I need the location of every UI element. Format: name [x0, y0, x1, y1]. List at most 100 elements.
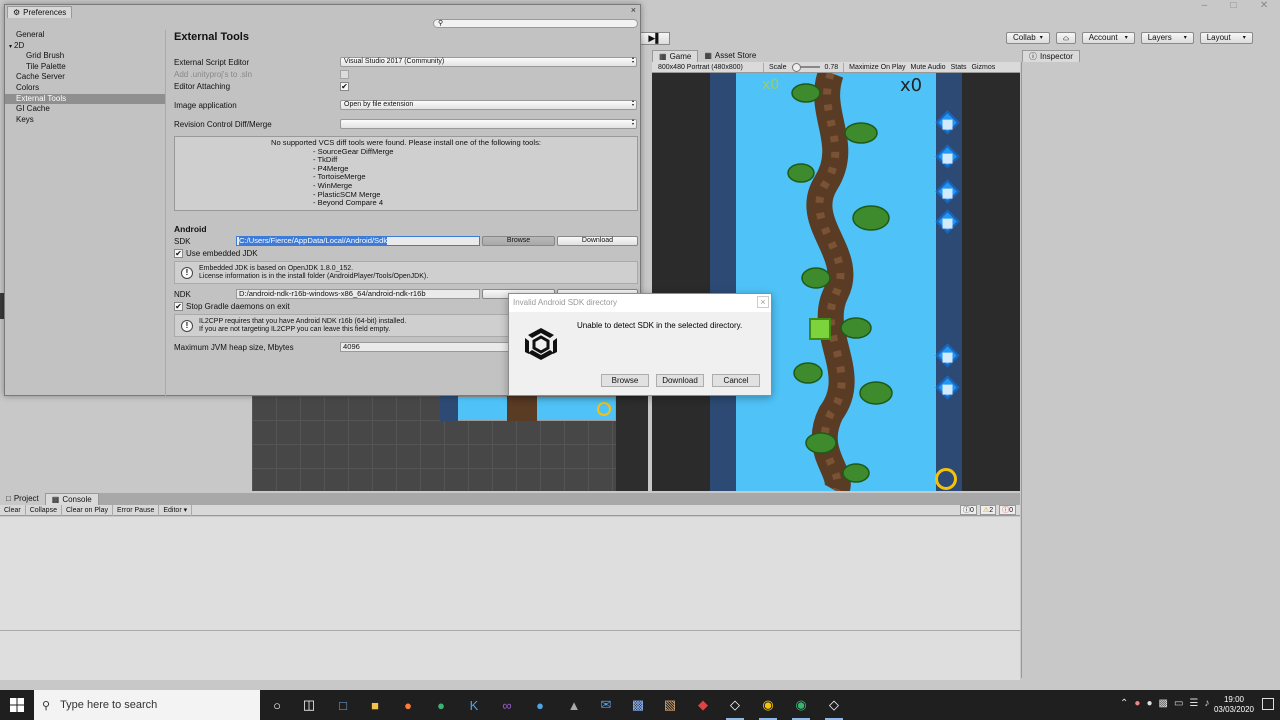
info-count-toggle[interactable]: ⓘ0	[960, 505, 977, 515]
battery-icon[interactable]: ▭	[1174, 698, 1183, 709]
chrome-icon[interactable]: ◉	[757, 695, 779, 720]
sidebar-item-colors[interactable]: Colors	[5, 83, 165, 94]
red-app-icon[interactable]: ◆	[692, 695, 714, 715]
tab-game[interactable]: ▦ Game	[652, 50, 699, 62]
clear-button[interactable]: Clear	[0, 504, 26, 516]
editor-attaching-label: Editor Attaching	[174, 81, 231, 91]
ndk-path-input[interactable]: D:/android-ndk-r16b-windows-x86_64/andro…	[236, 289, 480, 299]
tab-asset-store[interactable]: ▦ Asset Store	[698, 50, 763, 62]
collab-dropdown[interactable]: Collab ▾	[1006, 32, 1050, 44]
close-icon[interactable]: ×	[631, 5, 636, 15]
taskbar-search[interactable]: ⚲ Type here to search	[34, 690, 260, 720]
tab-console[interactable]: ▦ Console	[44, 493, 99, 505]
firefox-icon[interactable]: ●	[397, 695, 419, 715]
maps-icon[interactable]: ●	[529, 695, 551, 715]
dialog-browse-button[interactable]: Browse	[601, 374, 649, 387]
sidebar-item-cache-server[interactable]: Cache Server	[5, 72, 165, 83]
sdk-browse-button[interactable]: Browse	[482, 236, 555, 246]
sidebar-item-grid-brush[interactable]: Grid Brush	[5, 51, 165, 62]
add-unityproj-checkbox[interactable]	[340, 69, 349, 79]
script-editor-dropdown[interactable]: Visual Studio 2017 (Community)	[340, 56, 637, 67]
error-count-toggle[interactable]: ⓘ0	[999, 505, 1016, 515]
warning-count-toggle[interactable]: ⚠2	[979, 505, 997, 515]
clear-on-play-button[interactable]: Clear on Play	[62, 504, 114, 516]
sidebar-item-label: Colors	[16, 82, 40, 92]
volume-icon[interactable]: ♪	[1204, 698, 1209, 709]
visual-studio-icon[interactable]: ∞	[496, 695, 518, 715]
search-icon: ⚲	[42, 699, 51, 712]
info-icon: ⓘ	[1029, 52, 1037, 61]
account-dropdown[interactable]: Account ▾	[1081, 32, 1135, 44]
sdk-path-input[interactable]: C:/Users/Fierce/AppData/Local/Android/Sd…	[236, 236, 480, 246]
maximize-on-play-button[interactable]: Maximize On Play	[849, 64, 905, 71]
unity-hub-icon[interactable]: ◇	[724, 695, 746, 720]
vcs-tool-item: - WinMerge	[313, 180, 353, 190]
k-app-icon[interactable]: K	[463, 695, 485, 715]
green-app-icon[interactable]: ●	[430, 695, 452, 715]
close-icon[interactable]: ×	[757, 296, 769, 308]
scale-slider[interactable]	[791, 63, 820, 72]
use-jdk-checkbox[interactable]: ✔	[174, 248, 183, 258]
editor-dropdown[interactable]: Editor ▾	[159, 504, 193, 516]
tray-app-icon[interactable]: ●	[1146, 698, 1152, 709]
error-pause-button[interactable]: Error Pause	[113, 504, 160, 516]
sidebar-item-keys[interactable]: Keys	[5, 115, 165, 126]
file-explorer-icon[interactable]: ■	[364, 695, 386, 715]
dialog-download-button[interactable]: Download	[656, 374, 704, 387]
sidebar-item-tile-palette[interactable]: Tile Palette	[5, 62, 165, 73]
console-detail-divider[interactable]	[0, 630, 1020, 631]
gizmos-dropdown[interactable]: Gizmos	[972, 64, 996, 71]
start-button[interactable]	[0, 690, 34, 720]
taskbar-clock[interactable]: 19:00 03/03/2020	[1214, 695, 1254, 715]
info-icon: ⓘ	[963, 507, 970, 514]
scene-view[interactable]	[252, 396, 648, 491]
notepad-app-icon[interactable]: □	[332, 695, 354, 715]
gear-icon: ⚙	[13, 8, 21, 17]
dialog-title-bar[interactable]: Invalid Android SDK directory ×	[509, 294, 771, 312]
stop-gradle-checkbox[interactable]: ✔	[174, 301, 183, 311]
cortana-icon[interactable]: ○	[266, 695, 288, 715]
tray-app-icon[interactable]: ▩	[1158, 698, 1167, 709]
expand-triangle-icon[interactable]: ▾	[9, 44, 12, 50]
sdk-download-button[interactable]: Download	[557, 236, 638, 246]
sidebar-item-2d[interactable]: ▾ 2D	[5, 41, 165, 52]
task-view-icon[interactable]: ◫	[298, 695, 320, 715]
unity-editor-icon[interactable]: ◇	[823, 695, 845, 720]
sidebar-item-external-tools[interactable]: External Tools	[5, 93, 165, 105]
stats-button[interactable]: Stats	[951, 64, 967, 71]
layers-dropdown[interactable]: Layers ▾	[1140, 32, 1194, 44]
console-log-area[interactable]	[0, 517, 1020, 680]
image-app-dropdown[interactable]: Open by file extension	[340, 99, 637, 110]
minimize-icon[interactable]: –	[1202, 0, 1208, 14]
maximize-icon[interactable]: □	[1231, 0, 1237, 14]
editor-attaching-checkbox[interactable]: ✔	[340, 81, 349, 91]
preferences-search-input[interactable]: ⚲	[433, 19, 638, 28]
resolution-dropdown[interactable]: 800x480 Portrait (480x800)	[658, 64, 758, 71]
sidebar-item-general[interactable]: General	[5, 30, 165, 41]
step-button[interactable]: ▶▌	[640, 32, 670, 45]
collapse-button[interactable]: Collapse	[26, 504, 62, 516]
playback-controls: ▶▌	[640, 32, 670, 45]
android-studio-icon[interactable]: ◉	[790, 695, 812, 720]
mute-audio-button[interactable]: Mute Audio	[911, 64, 946, 71]
layout-dropdown[interactable]: Layout ▾	[1199, 32, 1253, 44]
cloud-button[interactable]	[1055, 32, 1076, 44]
chevron-up-icon[interactable]: ⌃	[1120, 698, 1128, 709]
dialog-cancel-button[interactable]: Cancel	[712, 374, 760, 387]
tab-inspector[interactable]: ⓘ Inspector	[1022, 50, 1080, 62]
store-app-icon[interactable]: ▲	[563, 695, 585, 715]
scene-sprite-lane	[440, 396, 458, 421]
close-icon[interactable]: ✕	[1260, 0, 1268, 14]
clipboard-app-icon[interactable]: ▧	[659, 695, 681, 715]
sidebar-item-gi-cache[interactable]: GI Cache	[5, 104, 165, 115]
game-view[interactable]: x0 x0	[652, 73, 1020, 491]
wifi-icon[interactable]: ☰	[1189, 698, 1198, 709]
car-app-icon[interactable]: ▩	[627, 695, 649, 715]
vcs-tool-item: - Beyond Compare 4	[313, 198, 384, 208]
revision-control-dropdown[interactable]	[340, 118, 637, 129]
notification-icon[interactable]	[1262, 698, 1274, 710]
tab-project[interactable]: □ Project	[0, 493, 45, 505]
tray-app-icon[interactable]: ●	[1134, 698, 1140, 709]
mail-icon[interactable]: ✉	[595, 695, 617, 715]
preferences-tab[interactable]: ⚙ Preferences	[7, 6, 73, 18]
